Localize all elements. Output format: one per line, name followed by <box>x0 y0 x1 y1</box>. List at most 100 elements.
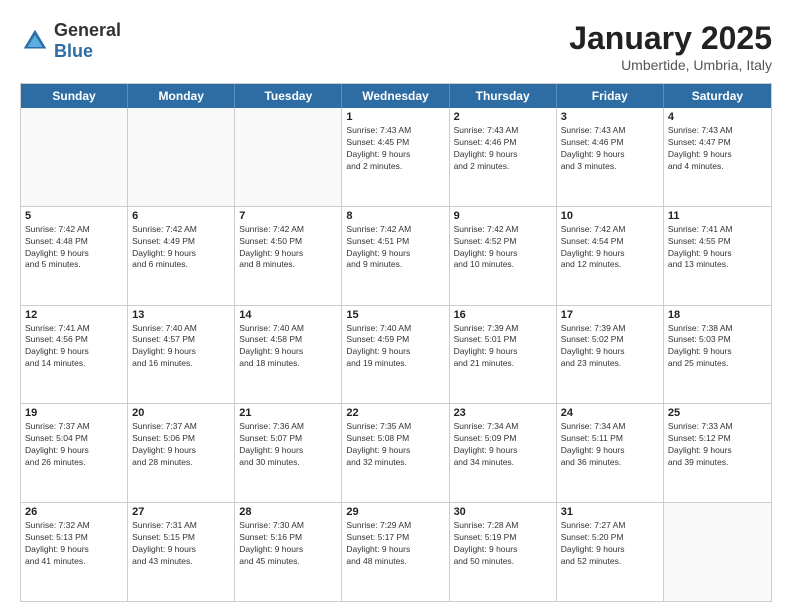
day-number: 29 <box>346 506 444 518</box>
day-number: 15 <box>346 309 444 321</box>
day-info: Sunrise: 7:39 AM Sunset: 5:01 PM Dayligh… <box>454 323 552 371</box>
header: General Blue January 2025 Umbertide, Umb… <box>20 20 772 73</box>
calendar: SundayMondayTuesdayWednesdayThursdayFrid… <box>20 83 772 602</box>
day-cell: 23 Sunrise: 7:34 AM Sunset: 5:09 PM Dayli… <box>450 404 557 502</box>
day-cell: 16 Sunrise: 7:39 AM Sunset: 5:01 PM Dayli… <box>450 306 557 404</box>
day-number: 18 <box>668 309 767 321</box>
day-number: 1 <box>346 111 444 123</box>
day-number: 13 <box>132 309 230 321</box>
day-info: Sunrise: 7:42 AM Sunset: 4:49 PM Dayligh… <box>132 224 230 272</box>
day-number: 12 <box>25 309 123 321</box>
day-cell: 15 Sunrise: 7:40 AM Sunset: 4:59 PM Dayli… <box>342 306 449 404</box>
day-number: 7 <box>239 210 337 222</box>
day-cell <box>664 503 771 601</box>
day-cell: 25 Sunrise: 7:33 AM Sunset: 5:12 PM Dayli… <box>664 404 771 502</box>
day-cell: 13 Sunrise: 7:40 AM Sunset: 4:57 PM Dayli… <box>128 306 235 404</box>
day-info: Sunrise: 7:40 AM Sunset: 4:57 PM Dayligh… <box>132 323 230 371</box>
day-cell: 10 Sunrise: 7:42 AM Sunset: 4:54 PM Dayli… <box>557 207 664 305</box>
day-number: 28 <box>239 506 337 518</box>
day-info: Sunrise: 7:33 AM Sunset: 5:12 PM Dayligh… <box>668 421 767 469</box>
day-header-saturday: Saturday <box>664 84 771 108</box>
day-info: Sunrise: 7:43 AM Sunset: 4:46 PM Dayligh… <box>454 125 552 173</box>
day-cell <box>128 108 235 206</box>
day-info: Sunrise: 7:38 AM Sunset: 5:03 PM Dayligh… <box>668 323 767 371</box>
day-header-tuesday: Tuesday <box>235 84 342 108</box>
day-number: 8 <box>346 210 444 222</box>
week-row-0: 1 Sunrise: 7:43 AM Sunset: 4:45 PM Daylig… <box>21 108 771 207</box>
day-cell <box>21 108 128 206</box>
day-number: 19 <box>25 407 123 419</box>
day-number: 17 <box>561 309 659 321</box>
logo-text: General Blue <box>54 20 121 62</box>
day-number: 16 <box>454 309 552 321</box>
day-info: Sunrise: 7:29 AM Sunset: 5:17 PM Dayligh… <box>346 520 444 568</box>
logo-icon <box>20 26 50 56</box>
day-info: Sunrise: 7:40 AM Sunset: 4:59 PM Dayligh… <box>346 323 444 371</box>
day-number: 6 <box>132 210 230 222</box>
day-header-monday: Monday <box>128 84 235 108</box>
day-number: 2 <box>454 111 552 123</box>
day-number: 27 <box>132 506 230 518</box>
day-number: 26 <box>25 506 123 518</box>
day-number: 25 <box>668 407 767 419</box>
day-info: Sunrise: 7:32 AM Sunset: 5:13 PM Dayligh… <box>25 520 123 568</box>
day-info: Sunrise: 7:42 AM Sunset: 4:52 PM Dayligh… <box>454 224 552 272</box>
day-info: Sunrise: 7:39 AM Sunset: 5:02 PM Dayligh… <box>561 323 659 371</box>
day-cell: 6 Sunrise: 7:42 AM Sunset: 4:49 PM Daylig… <box>128 207 235 305</box>
week-row-4: 26 Sunrise: 7:32 AM Sunset: 5:13 PM Dayli… <box>21 503 771 601</box>
week-row-1: 5 Sunrise: 7:42 AM Sunset: 4:48 PM Daylig… <box>21 207 771 306</box>
day-header-wednesday: Wednesday <box>342 84 449 108</box>
day-info: Sunrise: 7:43 AM Sunset: 4:47 PM Dayligh… <box>668 125 767 173</box>
day-cell: 20Sunrise: 7:37 AM Sunset: 5:06 PM Dayli… <box>128 404 235 502</box>
day-cell: 12Sunrise: 7:41 AM Sunset: 4:56 PM Dayli… <box>21 306 128 404</box>
day-cell: 26 Sunrise: 7:32 AM Sunset: 5:13 PM Dayli… <box>21 503 128 601</box>
week-row-2: 12Sunrise: 7:41 AM Sunset: 4:56 PM Dayli… <box>21 306 771 405</box>
day-cell: 28Sunrise: 7:30 AM Sunset: 5:16 PM Dayli… <box>235 503 342 601</box>
day-cell: 5 Sunrise: 7:42 AM Sunset: 4:48 PM Daylig… <box>21 207 128 305</box>
day-number: 30 <box>454 506 552 518</box>
day-cell: 31 Sunrise: 7:27 AM Sunset: 5:20 PM Dayli… <box>557 503 664 601</box>
day-number: 4 <box>668 111 767 123</box>
day-info: Sunrise: 7:36 AM Sunset: 5:07 PM Dayligh… <box>239 421 337 469</box>
day-number: 23 <box>454 407 552 419</box>
location: Umbertide, Umbria, Italy <box>569 57 772 73</box>
day-number: 24 <box>561 407 659 419</box>
day-info: Sunrise: 7:42 AM Sunset: 4:51 PM Dayligh… <box>346 224 444 272</box>
day-info: Sunrise: 7:43 AM Sunset: 4:46 PM Dayligh… <box>561 125 659 173</box>
day-number: 14 <box>239 309 337 321</box>
day-cell: 8 Sunrise: 7:42 AM Sunset: 4:51 PM Daylig… <box>342 207 449 305</box>
page: General Blue January 2025 Umbertide, Umb… <box>0 0 792 612</box>
day-number: 11 <box>668 210 767 222</box>
day-cell: 24Sunrise: 7:34 AM Sunset: 5:11 PM Dayli… <box>557 404 664 502</box>
day-cell: 19 Sunrise: 7:37 AM Sunset: 5:04 PM Dayli… <box>21 404 128 502</box>
day-header-friday: Friday <box>557 84 664 108</box>
day-info: Sunrise: 7:35 AM Sunset: 5:08 PM Dayligh… <box>346 421 444 469</box>
day-header-sunday: Sunday <box>21 84 128 108</box>
day-number: 31 <box>561 506 659 518</box>
day-cell: 3Sunrise: 7:43 AM Sunset: 4:46 PM Daylig… <box>557 108 664 206</box>
day-info: Sunrise: 7:42 AM Sunset: 4:54 PM Dayligh… <box>561 224 659 272</box>
day-info: Sunrise: 7:34 AM Sunset: 5:09 PM Dayligh… <box>454 421 552 469</box>
day-info: Sunrise: 7:31 AM Sunset: 5:15 PM Dayligh… <box>132 520 230 568</box>
day-cell: 18 Sunrise: 7:38 AM Sunset: 5:03 PM Dayli… <box>664 306 771 404</box>
day-number: 10 <box>561 210 659 222</box>
day-cell: 29 Sunrise: 7:29 AM Sunset: 5:17 PM Dayli… <box>342 503 449 601</box>
day-cell: 30 Sunrise: 7:28 AM Sunset: 5:19 PM Dayli… <box>450 503 557 601</box>
day-info: Sunrise: 7:41 AM Sunset: 4:55 PM Dayligh… <box>668 224 767 272</box>
calendar-body: 1 Sunrise: 7:43 AM Sunset: 4:45 PM Daylig… <box>21 108 771 601</box>
day-number: 5 <box>25 210 123 222</box>
day-cell: 1 Sunrise: 7:43 AM Sunset: 4:45 PM Daylig… <box>342 108 449 206</box>
logo-general: General <box>54 20 121 41</box>
day-cell: 27 Sunrise: 7:31 AM Sunset: 5:15 PM Dayli… <box>128 503 235 601</box>
day-header-thursday: Thursday <box>450 84 557 108</box>
day-info: Sunrise: 7:43 AM Sunset: 4:45 PM Dayligh… <box>346 125 444 173</box>
day-info: Sunrise: 7:37 AM Sunset: 5:06 PM Dayligh… <box>132 421 230 469</box>
day-info: Sunrise: 7:42 AM Sunset: 4:48 PM Dayligh… <box>25 224 123 272</box>
day-info: Sunrise: 7:27 AM Sunset: 5:20 PM Dayligh… <box>561 520 659 568</box>
day-cell: 17 Sunrise: 7:39 AM Sunset: 5:02 PM Dayli… <box>557 306 664 404</box>
day-cell: 21Sunrise: 7:36 AM Sunset: 5:07 PM Dayli… <box>235 404 342 502</box>
logo: General Blue <box>20 20 121 62</box>
day-info: Sunrise: 7:37 AM Sunset: 5:04 PM Dayligh… <box>25 421 123 469</box>
month-title: January 2025 <box>569 20 772 57</box>
day-info: Sunrise: 7:28 AM Sunset: 5:19 PM Dayligh… <box>454 520 552 568</box>
